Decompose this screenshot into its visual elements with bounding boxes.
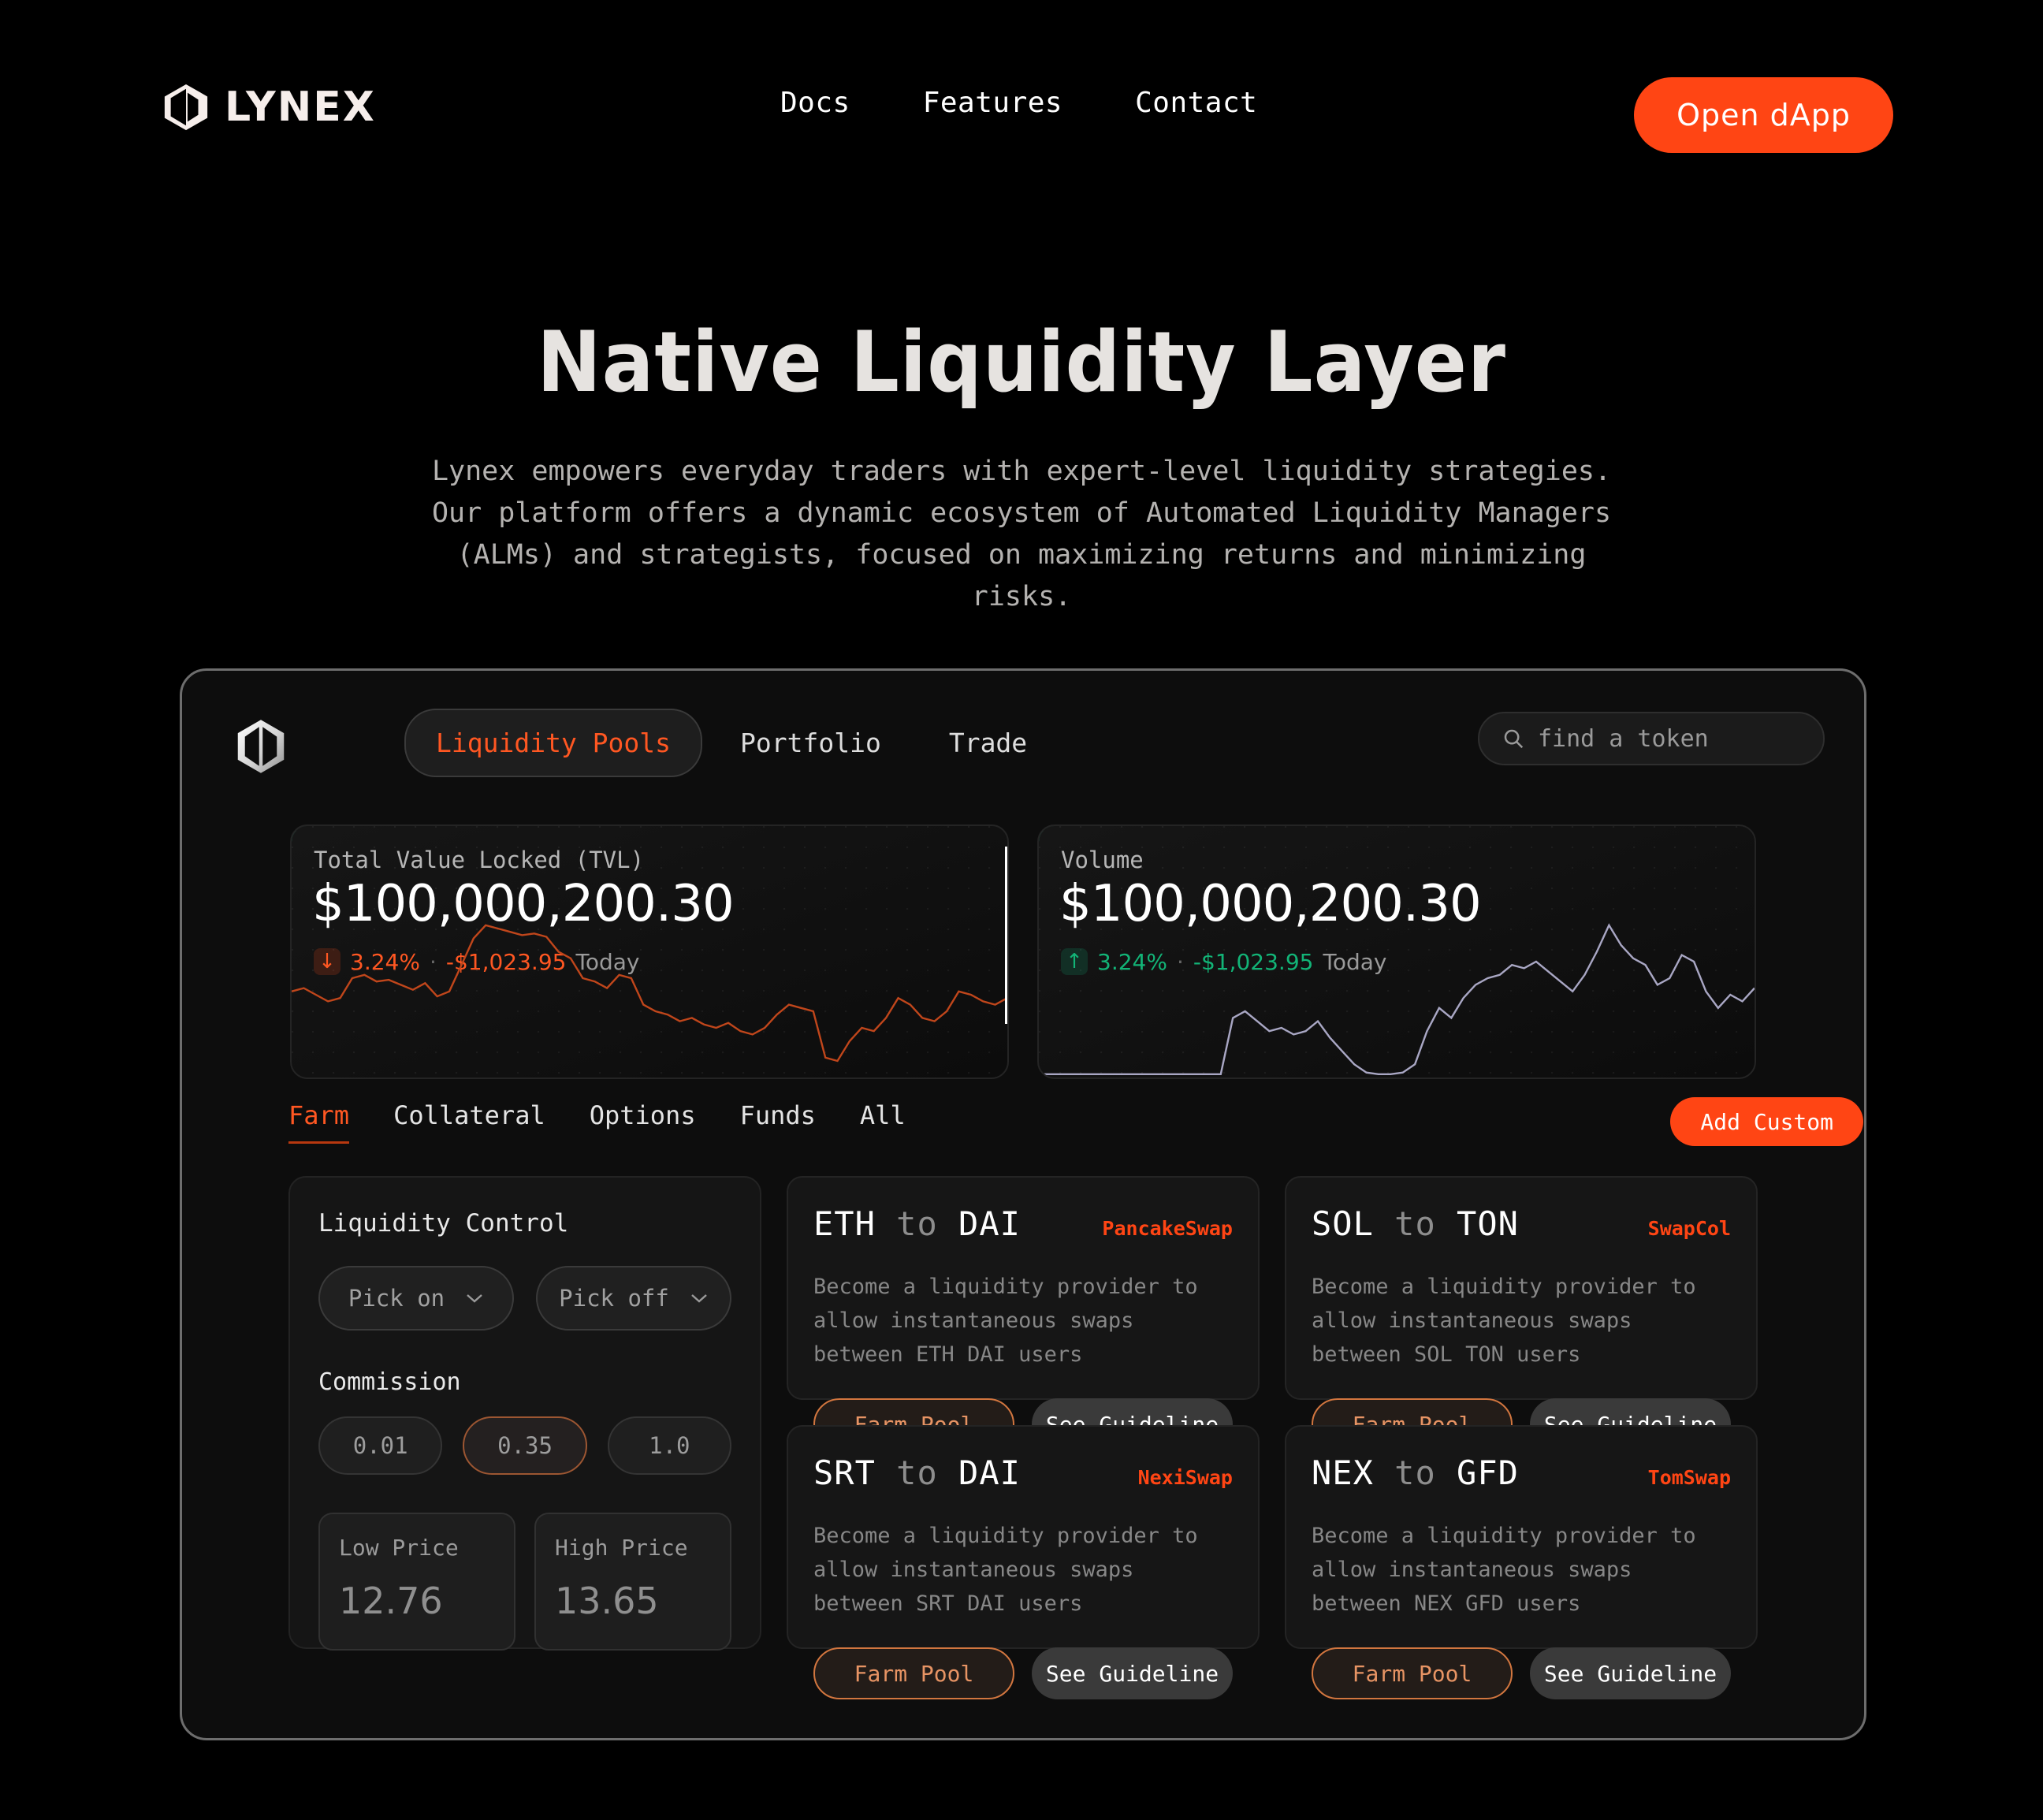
pool-to-word: to xyxy=(896,1204,938,1243)
pool-target: DAI xyxy=(958,1204,1021,1243)
pool-dex: PancakeSwap xyxy=(1102,1217,1233,1240)
lynex-hex-icon xyxy=(164,84,208,131)
farm-pool-button[interactable]: Farm Pool xyxy=(813,1647,1015,1699)
pool-header: SOL to TON SwapCol xyxy=(1312,1204,1731,1243)
pool-pair: SRT to DAI xyxy=(813,1453,1021,1492)
pool-from: SRT xyxy=(813,1453,876,1492)
pick-off-dropdown[interactable]: Pick off xyxy=(536,1266,731,1331)
pick-on-dropdown[interactable]: Pick on xyxy=(318,1266,514,1331)
pick-off-label: Pick off xyxy=(559,1285,669,1312)
pick-on-label: Pick on xyxy=(348,1285,445,1312)
pool-dex: NexiSwap xyxy=(1137,1466,1233,1489)
pool-header: ETH to DAI PancakeSwap xyxy=(813,1204,1233,1243)
liquidity-control-panel: Liquidity Control Pick on Pick off Commi… xyxy=(288,1176,761,1651)
stat-cards: Total Value Locked (TVL) $100,000,200.30… xyxy=(290,824,1756,1079)
tab-portfolio[interactable]: Portfolio xyxy=(710,710,911,776)
pool-target: DAI xyxy=(958,1453,1021,1492)
search-box[interactable] xyxy=(1478,712,1825,765)
pool-pair: NEX to GFD xyxy=(1312,1453,1519,1492)
farm-pool-button[interactable]: Farm Pool xyxy=(1312,1647,1513,1699)
pool-from: NEX xyxy=(1312,1453,1374,1492)
tvl-sparkline xyxy=(292,924,1007,1063)
pickers-row: Pick on Pick off xyxy=(318,1266,731,1331)
pool-actions: Farm Pool See Guideline xyxy=(1312,1647,1731,1699)
liquidity-control-title: Liquidity Control xyxy=(318,1209,569,1238)
high-price-field[interactable]: High Price 13.65 xyxy=(534,1513,731,1651)
stat-card-tvl: Total Value Locked (TVL) $100,000,200.30… xyxy=(290,824,1009,1079)
pool-dex: TomSwap xyxy=(1647,1466,1731,1489)
nav-link-contact[interactable]: Contact xyxy=(1135,87,1257,119)
low-price-label: Low Price xyxy=(339,1535,459,1561)
stat-card-volume: Volume $100,000,200.30 ↑ 3.24% · -$1,023… xyxy=(1037,824,1756,1079)
tab-trade[interactable]: Trade xyxy=(919,710,1057,776)
pool-description: Become a liquidity provider to allow ins… xyxy=(813,1275,1198,1367)
high-price-label: High Price xyxy=(555,1535,688,1561)
high-price-value: 13.65 xyxy=(555,1580,659,1622)
pool-actions: Farm Pool See Guideline xyxy=(813,1647,1233,1699)
lynex-hex-icon xyxy=(237,720,285,773)
pool-from: SOL xyxy=(1312,1204,1374,1243)
open-dapp-button[interactable]: Open dApp xyxy=(1634,77,1893,153)
nav-link-features[interactable]: Features xyxy=(923,87,1062,119)
pool-card: SRT to DAI NexiSwap Become a liquidity p… xyxy=(787,1425,1260,1699)
search-icon xyxy=(1504,729,1524,749)
volume-sparkline xyxy=(1039,923,1755,1075)
commission-title: Commission xyxy=(318,1368,461,1396)
see-guideline-button[interactable]: See Guideline xyxy=(1530,1647,1731,1699)
pool-filters: Farm Collateral Options Funds All xyxy=(288,1100,906,1144)
pool-card-grid: ETH to DAI PancakeSwap Become a liquidit… xyxy=(787,1176,1758,1699)
pool-description: Become a liquidity provider to allow ins… xyxy=(1312,1524,1696,1616)
app-header: Liquidity Pools Portfolio Trade xyxy=(215,709,1836,784)
pool-header: NEX to GFD TomSwap xyxy=(1312,1453,1731,1492)
commission-option-1[interactable]: 0.35 xyxy=(463,1416,587,1475)
pool-pair: ETH to DAI xyxy=(813,1204,1021,1243)
top-navigation: LYNEX Docs Features Contact Open dApp xyxy=(0,0,2043,189)
filter-all[interactable]: All xyxy=(860,1100,906,1144)
commission-option-0[interactable]: 0.01 xyxy=(318,1416,443,1475)
pool-card: ETH to DAI PancakeSwap Become a liquidit… xyxy=(787,1176,1260,1450)
pool-to-word: to xyxy=(1394,1453,1436,1492)
pool-card: SOL to TON SwapCol Become a liquidity pr… xyxy=(1285,1176,1758,1450)
chevron-down-icon xyxy=(467,1294,482,1303)
add-custom-button[interactable]: Add Custom xyxy=(1670,1097,1863,1146)
filter-funds[interactable]: Funds xyxy=(740,1100,816,1144)
pool-card: NEX to GFD TomSwap Become a liquidity pr… xyxy=(1285,1425,1758,1699)
hero-subtitle: Lynex empowers everyday traders with exp… xyxy=(431,456,1612,612)
commission-option-2[interactable]: 1.0 xyxy=(607,1416,731,1475)
pool-description: Become a liquidity provider to allow ins… xyxy=(1312,1275,1696,1367)
pool-target: TON xyxy=(1457,1204,1519,1243)
pool-description: Become a liquidity provider to allow ins… xyxy=(813,1524,1198,1616)
brand-name: LYNEX xyxy=(225,84,376,131)
low-price-field[interactable]: Low Price 12.76 xyxy=(318,1513,515,1651)
pool-from: ETH xyxy=(813,1204,876,1243)
pool-target: GFD xyxy=(1457,1453,1519,1492)
chevron-down-icon xyxy=(691,1294,707,1303)
low-price-value: 12.76 xyxy=(339,1580,443,1622)
hero-title: Native Liquidity Layer xyxy=(537,314,1506,411)
pool-to-word: to xyxy=(1394,1204,1436,1243)
filter-farm[interactable]: Farm xyxy=(288,1100,350,1144)
filter-collateral[interactable]: Collateral xyxy=(393,1100,545,1144)
nav-links: Docs Features Contact xyxy=(780,87,1257,119)
stat-label: Total Value Locked (TVL) xyxy=(314,847,645,873)
pool-pair: SOL to TON xyxy=(1312,1204,1519,1243)
chart-cursor-line xyxy=(1005,847,1007,1024)
pool-header: SRT to DAI NexiSwap xyxy=(813,1453,1233,1492)
pool-dex: SwapCol xyxy=(1647,1217,1731,1240)
search-input[interactable] xyxy=(1538,724,1790,753)
brand-logo[interactable]: LYNEX xyxy=(162,83,376,132)
pool-to-word: to xyxy=(896,1453,938,1492)
see-guideline-button[interactable]: See Guideline xyxy=(1032,1647,1233,1699)
tab-liquidity-pools[interactable]: Liquidity Pools xyxy=(404,709,703,777)
app-tabs: Liquidity Pools Portfolio Trade xyxy=(404,709,1057,777)
price-range-row: Low Price 12.76 High Price 13.65 xyxy=(318,1513,731,1651)
filter-options[interactable]: Options xyxy=(590,1100,696,1144)
stat-label: Volume xyxy=(1061,847,1144,873)
nav-link-docs[interactable]: Docs xyxy=(780,87,850,119)
commission-options: 0.01 0.35 1.0 xyxy=(318,1416,731,1475)
